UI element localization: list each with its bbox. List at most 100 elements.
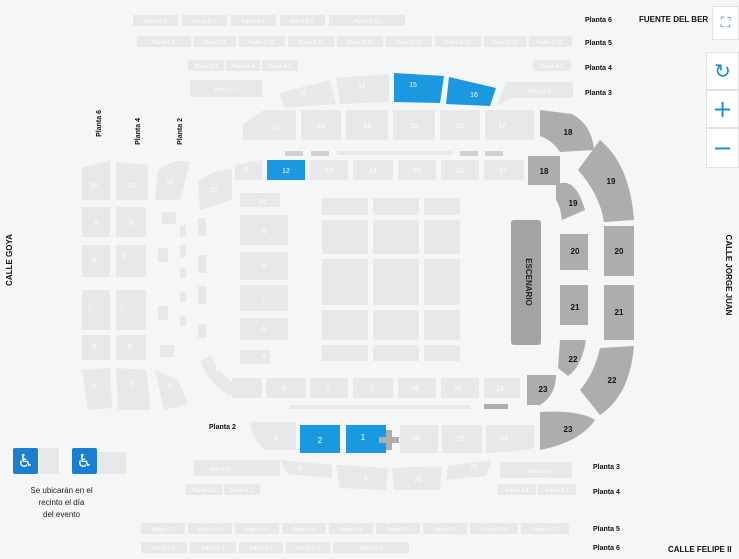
wheelchair-icon[interactable]: ♿ [13,448,38,474]
reset-icon: ↻ [714,59,731,83]
seating-section[interactable] [424,220,460,254]
section-label: Palco 5.6 [199,527,222,533]
seating-section[interactable] [322,220,368,254]
section-15-selected[interactable] [394,73,444,103]
section-label: 23 [539,385,548,394]
section-label: Palco 5.10 [354,19,380,25]
seating-section[interactable] [82,245,110,277]
seating-section[interactable] [373,310,419,340]
seating-section[interactable] [322,259,368,305]
seating-section[interactable] [82,290,110,330]
seating-section[interactable] [198,324,206,338]
mid-sections-bottom: 3 2 1 26 25 24 [250,422,534,453]
section-label: Palco 5.16 [537,40,563,46]
seating-section[interactable] [446,460,492,480]
reset-view-button[interactable]: ↻ [706,52,739,90]
section-label: 26 [414,477,422,484]
seating-section[interactable] [280,460,332,478]
section-label: 1 [361,433,366,442]
seating-section[interactable] [82,335,110,360]
seating-section[interactable] [322,198,368,215]
zoom-in-button[interactable]: + [706,90,739,128]
section-label: Palco 6.9 [291,19,314,25]
section-label: 19 [569,199,578,208]
section-label: Palco 3.2 [215,87,238,93]
section-label: 7 [120,305,124,312]
seating-section[interactable] [180,245,186,257]
seating-section[interactable] [484,404,508,409]
wheelchair-icon[interactable]: ♿ [72,448,97,474]
seating-section[interactable] [194,460,280,476]
seating-section[interactable] [243,110,296,140]
section-label: 20 [615,247,624,256]
seating-section[interactable] [311,151,329,156]
seating-section[interactable] [180,316,186,326]
seating-section[interactable] [373,198,419,215]
accessible-seat[interactable] [39,448,59,474]
seating-section[interactable] [290,405,470,409]
section-label: Palco 5.3 [340,527,363,533]
seating-section[interactable] [266,378,306,398]
seating-section[interactable] [386,430,392,450]
seating-section[interactable] [198,218,206,236]
section-label: 24 [496,386,504,393]
section-label: Palco 3.1 [211,467,234,473]
seating-section[interactable] [424,345,460,361]
section-label: 22 [569,355,578,364]
seating-section[interactable] [232,378,262,398]
accessible-seat[interactable] [98,452,126,474]
seating-section[interactable] [158,306,168,320]
section-label: Palco 4.6 [541,64,564,70]
fullscreen-button[interactable]: ⛶ [712,6,739,40]
section-label: Palco 5.17 [532,527,558,533]
seating-section[interactable] [116,368,150,410]
section-label: 8 [262,263,266,270]
seating-section[interactable] [180,292,186,302]
seating-section[interactable] [424,259,460,305]
seating-section[interactable] [322,345,368,361]
seating-section[interactable] [373,345,419,361]
floor-label: Planta 3 [593,464,620,471]
seating-section[interactable] [160,345,174,357]
seating-section[interactable] [116,245,146,277]
seating-section[interactable] [460,151,478,156]
section-label: 8 [92,258,96,265]
section-label: 10 [258,198,266,205]
seating-section[interactable] [336,465,388,490]
seating-section[interactable] [198,286,206,304]
zoom-out-button[interactable]: − [706,128,739,168]
seating-section[interactable] [485,110,534,140]
seating-section[interactable] [424,198,460,215]
seating-section[interactable] [280,80,336,108]
section-label: Palco 4.4 [232,64,255,70]
section-label: 16 [456,123,464,130]
seating-section[interactable] [158,248,168,262]
seating-section[interactable] [485,151,503,156]
section-label: 25 [470,464,478,471]
floor-label: Planta 6 [96,110,103,137]
section-label: Palco 5.10 [249,40,275,46]
seating-section[interactable] [180,268,186,278]
seating-section[interactable] [82,368,112,410]
seating-section[interactable] [82,160,110,200]
seating-section[interactable] [424,310,460,340]
section-label: 7 [88,305,92,312]
seating-section[interactable] [486,425,534,453]
section-label: 15 [410,123,418,130]
seating-section[interactable] [116,162,148,200]
section-label: 15 [409,82,417,89]
seating-section[interactable] [198,255,206,273]
seating-section[interactable] [155,370,188,410]
section-label: 11 [242,167,249,174]
seating-section[interactable] [162,212,176,224]
seating-section[interactable] [250,422,296,450]
seating-section[interactable] [180,225,186,237]
seating-section[interactable] [285,151,303,156]
street-label-right: CALLE JORGE JUAN [724,235,733,316]
floor-label: Planta 6 [585,17,612,24]
seating-section[interactable] [373,259,419,305]
plus-icon: + [712,95,733,123]
seating-section[interactable] [322,310,368,340]
seating-section[interactable] [373,220,419,254]
seating-section[interactable] [337,151,452,155]
